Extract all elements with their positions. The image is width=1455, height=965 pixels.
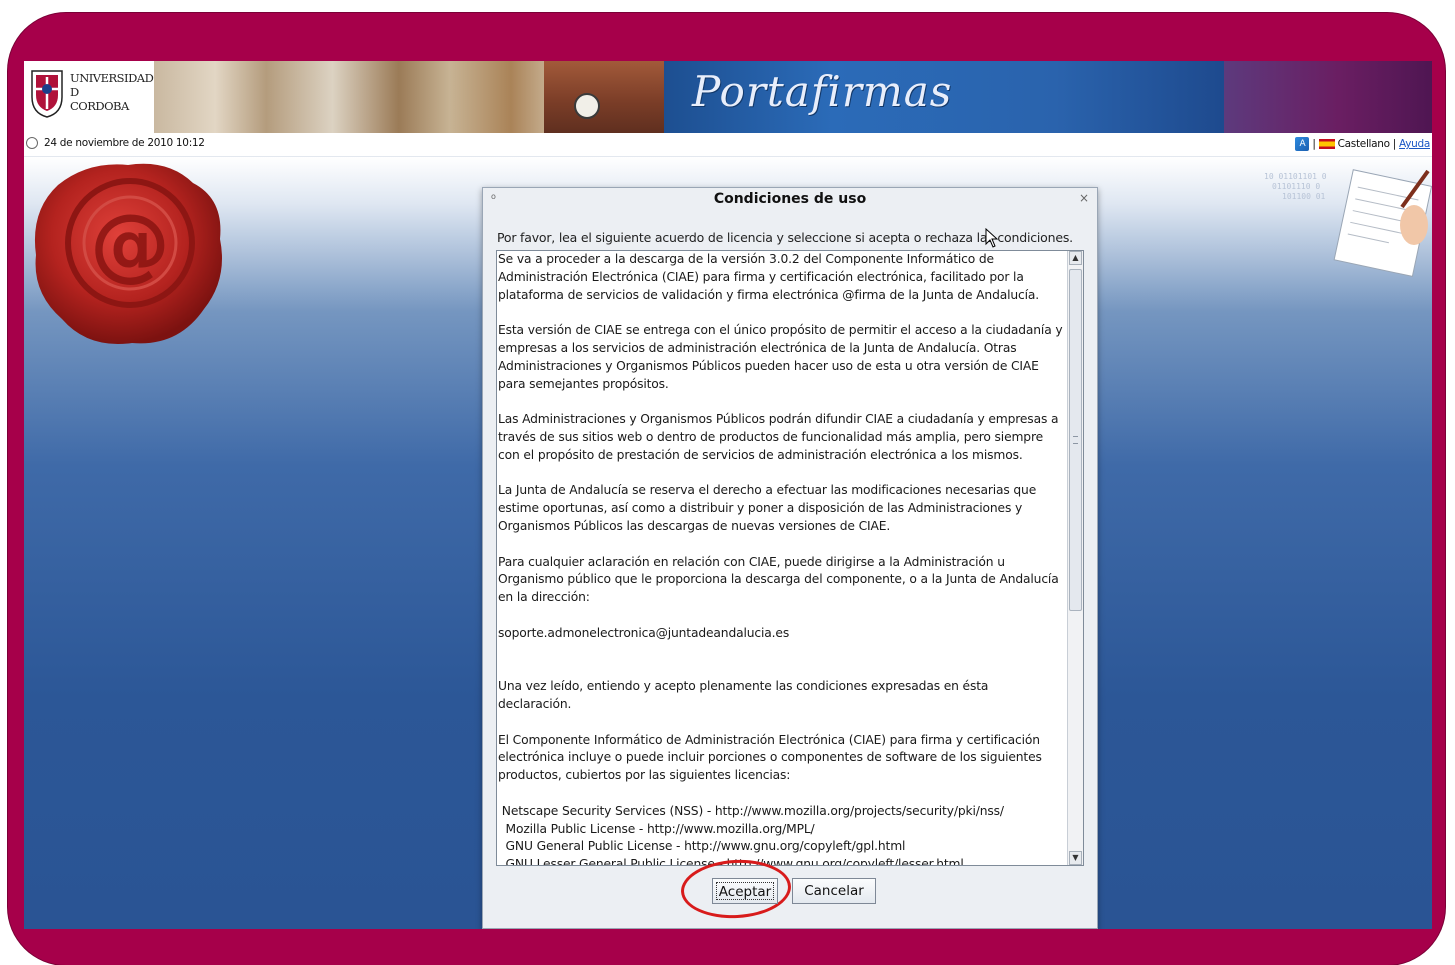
language-selector[interactable]: Castellano [1338,138,1390,150]
accessibility-icon[interactable]: A [1295,137,1310,151]
help-link[interactable]: Ayuda [1399,138,1430,150]
license-line: Mozilla Public License - http://www.mozi… [498,821,815,836]
tower-clock-icon [574,93,600,119]
license-paragraph: La Junta de Andalucía se reserva el dere… [498,483,1040,533]
license-line: GNU Lesser General Public License - http… [498,857,964,865]
svg-text:10 01101101 0: 10 01101101 0 [1264,172,1327,181]
university-line-3: CORDOBA [70,99,129,113]
svg-text:@: @ [90,197,170,290]
clock-icon [26,137,38,149]
scrollbar-thumb[interactable] [1069,269,1082,611]
scroll-down-icon[interactable]: ▼ [1069,851,1082,865]
top-tools: A | Castellano | Ayuda [1295,137,1430,151]
license-paragraph: Esta versión de CIAE se entrega con el ú… [498,323,1063,391]
banner-purple-panel [1224,61,1432,133]
terms-dialog: o Condiciones de uso × Por favor, lea el… [482,187,1098,929]
license-text: Se va a proceder a la descarga de la ver… [498,251,1064,865]
current-datetime: 24 de noviembre de 2010 10:12 [44,137,205,149]
separator: | [1392,138,1397,150]
university-line-1: UNIVERSIDAD [70,71,154,85]
license-text-area[interactable]: Se va a proceder a la descarga de la ver… [496,250,1084,866]
date-bar: 24 de noviembre de 2010 10:12 A | Castel… [24,133,1432,157]
banner-clock-tower [544,61,664,133]
spain-flag-icon[interactable] [1318,139,1335,149]
svg-text:101100 01: 101100 01 [1282,192,1326,201]
browser-screen: UNIVERSIDAD D CORDOBA Portafirmas 24 de … [24,61,1432,929]
cursor-icon [985,228,999,248]
wax-seal-icon: @ [34,163,222,344]
svg-text:01101110 0: 01101110 0 [1272,182,1320,191]
university-name: UNIVERSIDAD D CORDOBA [70,71,154,113]
university-logo-icon[interactable] [30,67,64,119]
separator: | [1312,138,1316,150]
university-line-2: D [70,85,79,99]
scroll-up-icon[interactable]: ▲ [1069,251,1082,265]
license-line: GNU General Public License - http://www.… [498,839,906,854]
license-paragraph: Una vez leído, entiendo y acepto plename… [498,679,993,711]
presentation-frame: UNIVERSIDAD D CORDOBA Portafirmas 24 de … [8,13,1445,965]
accept-button-label: Aceptar [716,882,774,900]
header-banner: UNIVERSIDAD D CORDOBA Portafirmas [24,61,1432,133]
license-paragraph: Para cualquier aclaración en relación co… [498,554,1063,605]
support-email: soporte.admonelectronica@juntadeandaluci… [498,625,790,640]
close-icon[interactable]: × [1079,191,1089,205]
cancel-button[interactable]: Cancelar [792,878,876,904]
grip-icon [1073,436,1078,444]
license-paragraph: El Componente Informático de Administrac… [498,732,1046,783]
vertical-scrollbar[interactable]: ▲ ▼ [1067,251,1083,865]
license-paragraph: Se va a proceder a la descarga de la ver… [498,252,1040,302]
portafirmas-brand: Portafirmas [692,67,953,116]
license-line: Netscape Security Services (NSS) - http:… [498,803,1004,818]
signing-illustration-icon: 10 01101101 0 01101110 0 101100 01 [1264,169,1432,277]
dialog-title: Condiciones de uso [713,191,867,207]
accept-button[interactable]: Aceptar [712,878,778,904]
license-paragraph: Las Administraciones y Organismos Públic… [498,412,1063,462]
